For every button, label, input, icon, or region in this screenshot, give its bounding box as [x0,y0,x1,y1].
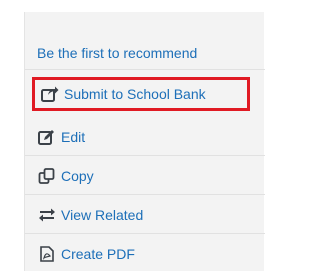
copy-label: Copy [61,167,94,184]
submit-label: Submit to School Bank [64,86,206,102]
copy-button[interactable]: Copy [25,157,265,195]
copy-icon [37,167,57,184]
create-pdf-label: Create PDF [61,245,135,262]
edit-icon [37,129,57,145]
share-icon [40,86,60,102]
create-pdf-button[interactable]: Create PDF [25,236,265,271]
edit-button[interactable]: Edit [25,118,265,156]
recommend-label: Be the first to recommend [37,44,198,61]
pdf-icon [37,245,57,262]
view-related-label: View Related [61,206,144,223]
related-icon [37,207,57,223]
recommend-link[interactable]: Be the first to recommend [25,36,265,70]
submit-to-school-bank-button[interactable]: Submit to School Bank [32,77,250,111]
action-panel: Be the first to recommend Submit to Scho… [24,12,265,271]
view-related-button[interactable]: View Related [25,196,265,234]
edit-label: Edit [61,128,86,145]
